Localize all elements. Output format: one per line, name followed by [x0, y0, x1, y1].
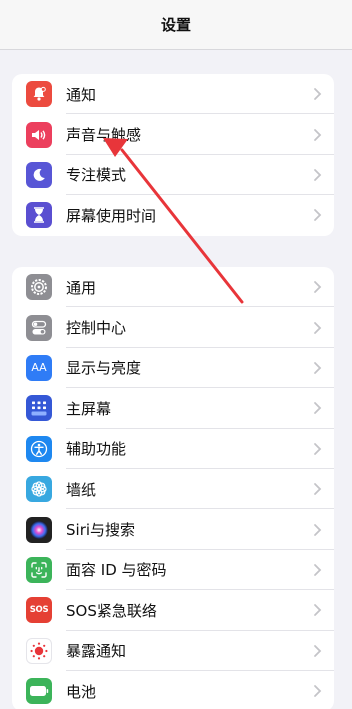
- chevron-right-icon: [314, 442, 322, 455]
- settings-row-label: Siri与搜索: [66, 521, 136, 540]
- settings-row-label: 辅助功能: [66, 440, 127, 459]
- settings-row-screen-time[interactable]: 屏幕使用时间: [12, 195, 334, 235]
- settings-row-accessibility[interactable]: 辅助功能: [12, 429, 334, 470]
- chevron-right-icon: [314, 402, 322, 415]
- chevron-right-icon: [314, 128, 322, 141]
- chevron-right-icon: [314, 281, 322, 294]
- siri-icon: [26, 516, 52, 543]
- home-grid-icon: [26, 395, 52, 422]
- page-title: 设置: [160, 16, 191, 34]
- chevron-right-icon: [314, 88, 322, 101]
- flower-icon: [26, 476, 52, 503]
- settings-row-focus[interactable]: 专注模式: [12, 155, 334, 196]
- chevron-right-icon: [314, 321, 322, 334]
- settings-row-label: 声音与触感: [66, 126, 142, 145]
- gear-icon: [26, 274, 52, 301]
- settings-row-exposure-notifications[interactable]: 暴露通知: [12, 631, 334, 672]
- chevron-right-icon: [314, 604, 322, 617]
- sos-icon: SOS: [26, 597, 52, 624]
- bell-icon: [26, 81, 52, 108]
- text-size-icon: AA: [26, 354, 52, 381]
- exposure-icon: [26, 637, 52, 664]
- settings-group-1: 通知 声音与触感 专注模式 屏幕使用时间: [12, 74, 334, 236]
- chevron-right-icon: [314, 169, 322, 181]
- navigation-bar: 设置: [0, 0, 352, 50]
- settings-row-label: 控制中心: [66, 319, 127, 338]
- chevron-right-icon: [314, 209, 322, 222]
- chevron-right-icon: [314, 362, 322, 374]
- settings-row-label: 屏幕使用时间: [66, 206, 157, 225]
- accessibility-icon: [26, 435, 52, 462]
- settings-row-sounds-haptics[interactable]: 声音与触感: [12, 114, 334, 156]
- chevron-right-icon: [314, 523, 322, 536]
- settings-row-label: 专注模式: [66, 166, 127, 185]
- settings-row-battery[interactable]: 电池: [12, 671, 334, 709]
- settings-row-label: 通用: [66, 278, 97, 297]
- settings-row-face-id-passcode[interactable]: 面容 ID 与密码: [12, 550, 334, 591]
- settings-row-label: 通知: [66, 85, 97, 104]
- settings-row-home-screen[interactable]: 主屏幕: [12, 388, 334, 429]
- battery-icon: [26, 678, 52, 705]
- hourglass-icon: [26, 202, 52, 229]
- speaker-icon: [26, 121, 52, 148]
- settings-row-emergency-sos[interactable]: SOS SOS紧急联络: [12, 590, 334, 631]
- chevron-right-icon: [314, 564, 322, 576]
- settings-row-label: 墙纸: [66, 480, 97, 499]
- settings-row-siri-search[interactable]: Siri与搜索: [12, 509, 334, 551]
- chevron-right-icon: [314, 685, 322, 697]
- settings-row-label: SOS紧急联络: [66, 601, 157, 620]
- settings-row-notifications[interactable]: 通知: [12, 74, 334, 115]
- settings-row-wallpaper[interactable]: 墙纸: [12, 469, 334, 510]
- chevron-right-icon: [314, 644, 322, 657]
- settings-row-label: 主屏幕: [66, 399, 112, 418]
- settings-row-label: 电池: [66, 682, 97, 701]
- settings-group-2: 通用 控制中心 AA 显示与亮度 主屏幕 辅助功能 墙纸 Siri与搜索 面容 …: [12, 267, 334, 709]
- settings-row-general[interactable]: 通用: [12, 267, 334, 308]
- settings-row-control-center[interactable]: 控制中心: [12, 307, 334, 349]
- settings-row-label: 面容 ID 与密码: [66, 561, 167, 580]
- moon-icon: [26, 161, 52, 188]
- settings-row-label: 显示与亮度: [66, 359, 142, 378]
- chevron-right-icon: [314, 483, 322, 496]
- settings-row-label: 暴露通知: [66, 642, 127, 661]
- settings-row-display-brightness[interactable]: AA 显示与亮度: [12, 348, 334, 389]
- toggles-icon: [26, 314, 52, 341]
- face-id-icon: [26, 556, 52, 583]
